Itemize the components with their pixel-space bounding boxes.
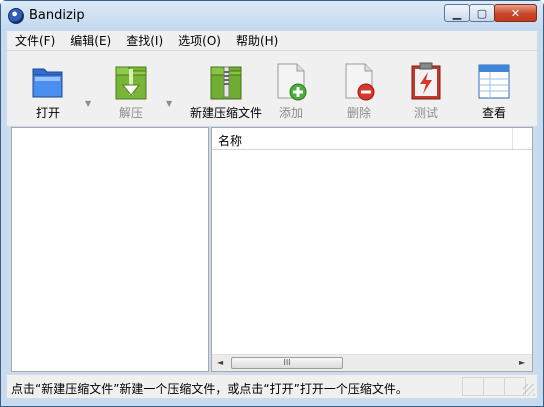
open-dropdown-arrow[interactable]: ▼ bbox=[85, 99, 91, 108]
app-window: Bandizip ▁ ▢ ✕ 文件(F) 编辑(E) 查找(I) 选项(O) 帮… bbox=[0, 0, 544, 407]
window-title: Bandizip bbox=[29, 8, 85, 23]
maximize-button[interactable]: ▢ bbox=[469, 4, 495, 22]
scroll-right-icon[interactable]: ► bbox=[519, 358, 525, 367]
column-header-row: 名称 bbox=[212, 128, 532, 150]
horizontal-scrollbar[interactable]: ◄ III ► bbox=[212, 354, 532, 371]
test-icon bbox=[411, 62, 441, 100]
column-header-name[interactable]: 名称 bbox=[218, 132, 242, 149]
delete-button[interactable]: 删除 bbox=[327, 59, 391, 123]
menu-bar: 文件(F) 编辑(E) 查找(I) 选项(O) 帮助(H) bbox=[7, 31, 537, 51]
status-text: 点击“新建压缩文件”新建一个压缩文件，或点击“打开”打开一个压缩文件。 bbox=[11, 382, 408, 396]
folder-tree-pane[interactable] bbox=[11, 127, 209, 372]
status-cell-2 bbox=[483, 377, 505, 396]
close-button[interactable]: ✕ bbox=[494, 4, 537, 22]
minimize-icon: ▁ bbox=[452, 6, 462, 20]
view-icon bbox=[478, 64, 510, 99]
column-divider[interactable] bbox=[512, 128, 513, 149]
status-bar: 点击“新建压缩文件”新建一个压缩文件，或点击“打开”打开一个压缩文件。 bbox=[7, 374, 537, 398]
add-button[interactable]: 添加 bbox=[259, 59, 323, 123]
window-controls: ▁ ▢ ✕ bbox=[444, 4, 537, 22]
maximize-icon: ▢ bbox=[476, 6, 488, 20]
toolbar: 打开 ▼ 解压 ▼ 新建压缩文件 添加 删除 测试 查看 bbox=[7, 51, 537, 126]
extract-dropdown-arrow[interactable]: ▼ bbox=[166, 99, 172, 108]
view-button[interactable]: 查看 bbox=[462, 59, 526, 123]
test-button[interactable]: 测试 bbox=[394, 59, 458, 123]
file-list-pane[interactable]: 名称 ◄ III ► bbox=[211, 127, 533, 372]
minimize-button[interactable]: ▁ bbox=[444, 4, 470, 22]
bandizip-app-icon[interactable] bbox=[8, 8, 24, 24]
extract-icon bbox=[115, 66, 147, 100]
status-cell-1 bbox=[462, 377, 484, 396]
folder-open-icon bbox=[32, 68, 63, 98]
open-button[interactable]: 打开 bbox=[16, 59, 80, 123]
close-icon: ✕ bbox=[510, 6, 521, 20]
menu-file[interactable]: 文件(F) bbox=[7, 32, 62, 49]
menu-find[interactable]: 查找(I) bbox=[118, 32, 170, 49]
scrollbar-thumb[interactable]: III bbox=[231, 357, 343, 369]
scroll-left-icon[interactable]: ◄ bbox=[217, 358, 223, 367]
delete-file-icon bbox=[345, 63, 375, 101]
resize-grip-icon[interactable] bbox=[523, 384, 535, 396]
extract-button[interactable]: 解压 bbox=[99, 59, 163, 123]
menu-edit[interactable]: 编辑(E) bbox=[62, 32, 118, 49]
menu-options[interactable]: 选项(O) bbox=[170, 32, 228, 49]
new-archive-icon bbox=[210, 66, 242, 100]
new-archive-button[interactable]: 新建压缩文件 bbox=[189, 59, 263, 123]
title-bar[interactable]: Bandizip ▁ ▢ ✕ bbox=[1, 1, 543, 31]
add-file-icon bbox=[277, 63, 307, 101]
menu-help[interactable]: 帮助(H) bbox=[228, 32, 285, 49]
